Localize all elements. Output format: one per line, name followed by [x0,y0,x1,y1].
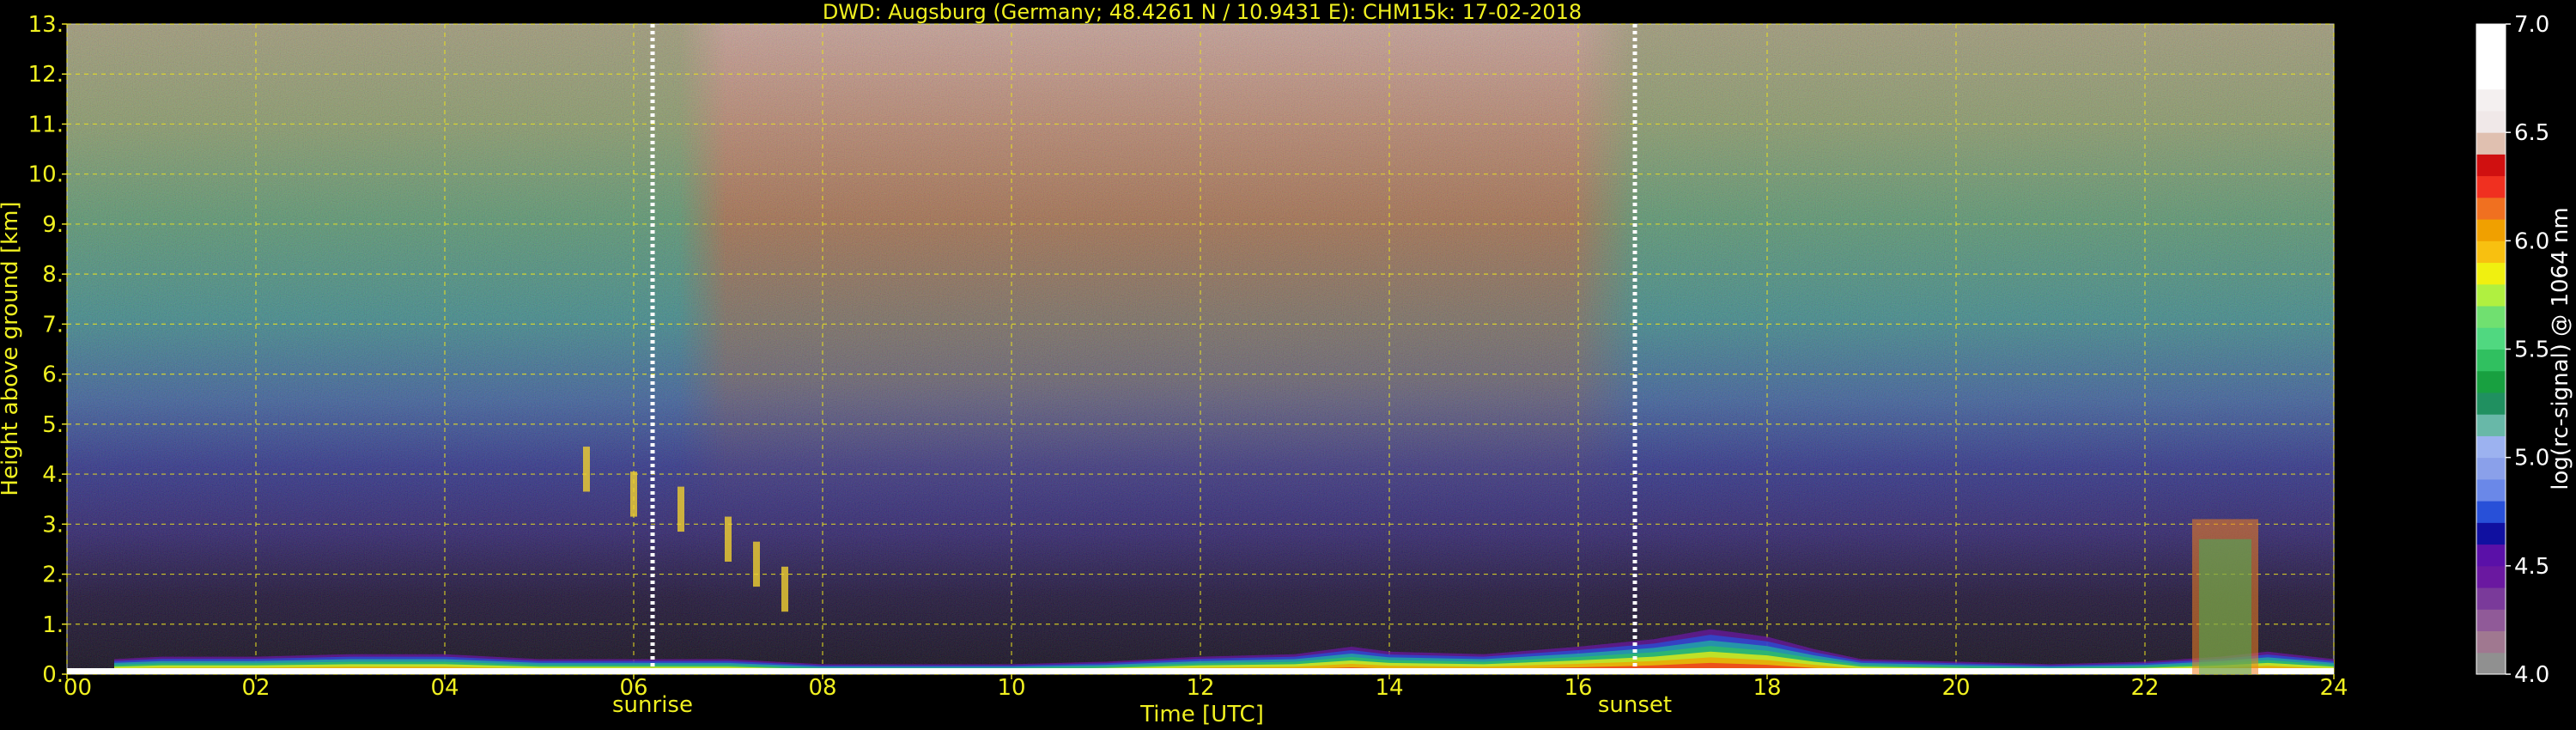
x-tick-label: 18 [1753,675,1781,701]
y-tick-label: 2. [42,563,64,588]
layer-morning-aerosol-streaks [725,516,732,562]
colorbar-segment [2476,154,2506,177]
colorbar-segment [2476,46,2506,68]
layer-morning-aerosol-streaks [753,541,760,587]
x-tick-label: 04 [430,675,459,701]
y-tick-label: 3. [42,512,64,538]
colorbar-segment [2476,630,2506,654]
ceilometer-chart: sunrise sunset 00 02 04 06 08 10 12 14 16 18 20 22 24… [0,0,2573,727]
y-tick-label: 1. [42,612,64,638]
colorbar-segment [2476,240,2506,264]
x-tick-label: 24 [2319,675,2348,701]
chart-title: DWD: Augsburg (Germany; 48.4261 N / 10.9… [823,0,1582,24]
event-label-sunset: sunset [1598,692,1672,718]
y-axis: 0. 1. 2. 3. 4. 5. 6. 7. 8. 9. 10. 11. 12. 13. [28,12,67,688]
y-tick-label: 9. [42,212,64,238]
colorbar-tick-label: 7.0 [2514,12,2549,38]
colorbar-segment [2476,283,2506,307]
colorbar-segment [2476,522,2506,545]
y-tick-label: 7. [42,312,64,338]
colorbar-segment [2476,197,2506,220]
colorbar-segment [2476,219,2506,241]
colorbar-segment [2476,587,2506,610]
colorbar-tick-label: 4.0 [2514,662,2549,688]
colorbar-segment [2476,110,2506,133]
ground-return [67,668,2334,674]
colorbar-tick-label: 6.0 [2514,228,2549,254]
x-tick-label: 02 [241,675,270,701]
x-axis: 00 02 04 06 08 10 12 14 16 18 20 22 24 [64,674,2348,701]
x-tick-label: 00 [64,675,92,701]
y-tick-label: 0. [42,662,64,688]
y-tick-label: 8. [42,262,64,288]
layer-morning-aerosol-streaks [677,486,684,532]
colorbar-segment [2476,349,2506,372]
y-tick-label: 13. [28,12,64,38]
colorbar-segment [2476,327,2506,350]
colorbar-segment [2476,88,2506,112]
colorbar-segment [2476,67,2506,90]
colorbar-segment [2476,565,2506,588]
layer-morning-aerosol-streaks [583,447,590,492]
colorbar-segment [2476,435,2506,459]
colorbar-tick-label: 4.5 [2514,554,2549,580]
colorbar-segment [2476,24,2506,46]
x-tick-label: 06 [619,675,647,701]
colorbar-label: log(rc-signal) @ 1064 nm [2548,207,2573,490]
colorbar-tick-label: 6.5 [2514,120,2549,146]
colorbar-tick-label: 5.5 [2514,338,2549,363]
colorbar-segment [2476,414,2506,436]
y-tick-label: 4. [42,462,64,488]
colorbar-segment [2476,544,2506,567]
colorbar-segment [2476,370,2506,393]
layer-morning-aerosol-streaks [781,566,788,612]
y-axis-label: Height above ground [km] [0,201,23,496]
x-axis-label: Time [UTC] [1139,702,1264,727]
x-tick-label: 20 [1941,675,1970,701]
colorbar-segment [2476,175,2506,198]
colorbar-tick-label: 5.0 [2514,446,2549,471]
layer-late-evening-layer-core [2199,538,2251,674]
colorbar-segment [2476,262,2506,285]
y-tick-label: 5. [42,412,64,438]
y-tick-label: 12. [28,62,64,88]
y-tick-label: 6. [42,362,64,388]
y-tick-label: 11. [28,112,64,137]
colorbar-segment [2476,132,2506,155]
colorbar-segment [2476,392,2506,415]
colorbar-segment [2476,501,2506,523]
x-tick-label: 08 [808,675,836,701]
x-tick-label: 14 [1375,675,1403,701]
x-tick-label: 10 [997,675,1025,701]
y-tick-label: 10. [28,162,64,188]
x-tick-label: 22 [2130,675,2159,701]
colorbar-segment [2476,652,2506,675]
colorbar-segment [2476,457,2506,480]
colorbar-segment [2476,478,2506,502]
x-tick-label: 12 [1186,675,1214,701]
colorbar-segment [2476,306,2506,328]
colorbar [2476,23,2506,675]
colorbar-segment [2476,609,2506,632]
x-tick-label: 16 [1564,675,1592,701]
layer-morning-aerosol-streaks [630,471,637,517]
